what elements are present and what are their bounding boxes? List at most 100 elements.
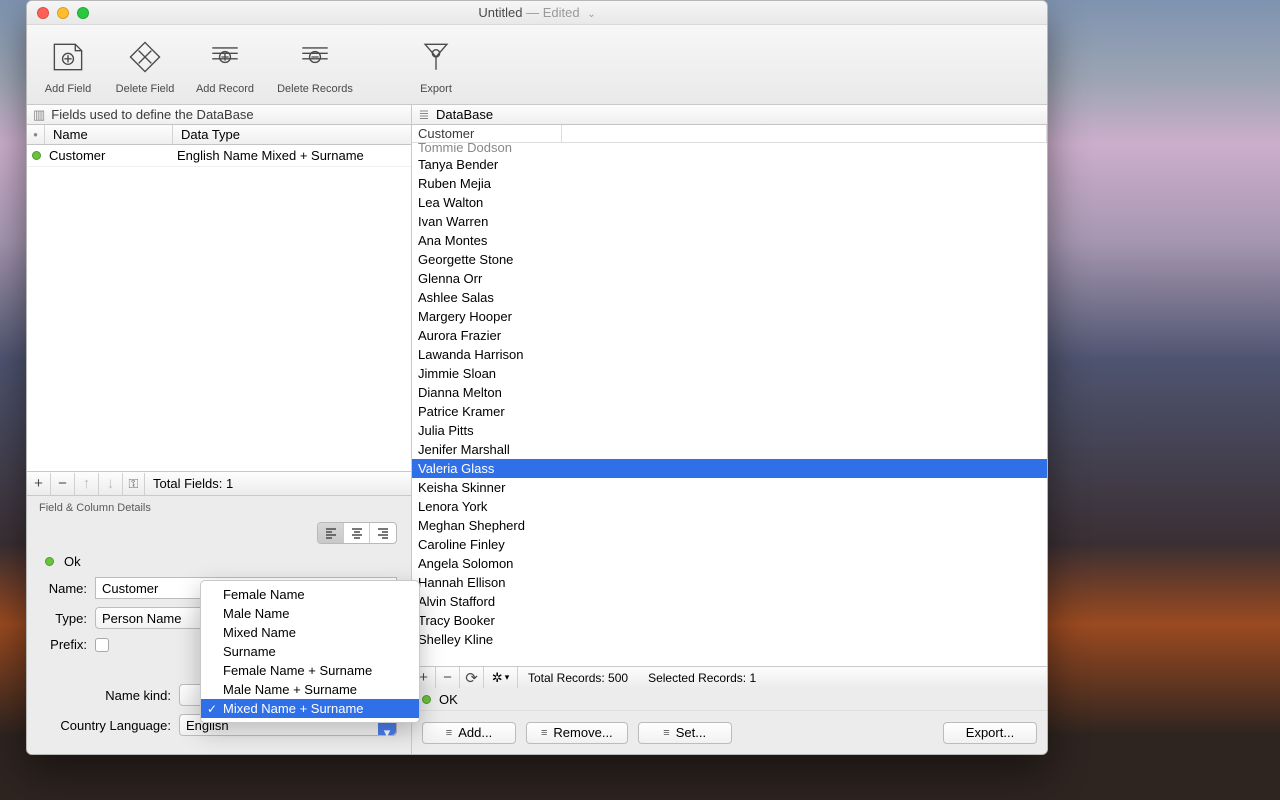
fields-header-label: Fields used to define the DataBase [51,107,253,122]
app-window: Untitled — Edited ⌄ Add Field Delete Fie… [26,0,1048,755]
database-header: ≣ DataBase [412,105,1047,125]
fields-footer: + − ↑ ↓ ⚿ Total Fields: 1 [27,471,411,495]
add-field-icon [46,35,90,79]
menu-item[interactable]: Female Name + Surname [201,661,419,680]
menu-item[interactable]: ✓Mixed Name + Surname [201,699,419,718]
list-item[interactable]: Aurora Frazier [412,326,1047,345]
list-item[interactable]: Valeria Glass [412,459,1047,478]
add-record-button[interactable]: Add Record [187,31,263,95]
key-icon: ⚿ [123,473,145,495]
add-field-button[interactable]: Add Field [33,31,103,95]
list-item[interactable]: Ana Montes [412,231,1047,250]
chevron-down-icon[interactable]: ⌄ [587,9,595,20]
status-col[interactable]: • [27,125,45,144]
status-ok-label: OK [439,692,458,707]
list-item[interactable]: Caroline Finley [412,535,1047,554]
move-up-button[interactable]: ↑ [75,473,99,495]
list-item[interactable]: Patrice Kramer [412,402,1047,421]
customer-column[interactable]: Customer [412,125,562,142]
fields-columns: • Name Data Type [27,125,411,145]
menu-item[interactable]: Mixed Name [201,623,419,642]
export-button[interactable]: Export... [943,722,1037,744]
list-item[interactable]: Keisha Skinner [412,478,1047,497]
reload-button[interactable]: ⟳ [460,667,484,689]
fields-panel-header: ▥ Fields used to define the DataBase [27,105,411,125]
list-item[interactable]: Hannah Ellison [412,573,1047,592]
total-records: Total Records: 500 [518,671,638,685]
list-item[interactable]: Glenna Orr [412,269,1047,288]
gear-menu[interactable]: ✲ ▾ [484,667,518,689]
list-item[interactable]: Meghan Shepherd [412,516,1047,535]
list-item[interactable]: Julia Pitts [412,421,1047,440]
delete-field-icon [123,35,167,79]
delete-field-label: Delete Field [116,83,175,95]
delete-field-button[interactable]: Delete Field [107,31,183,95]
list-item[interactable]: Jenifer Marshall [412,440,1047,459]
align-left-icon[interactable] [318,523,344,543]
align-right-icon[interactable] [370,523,396,543]
list-item[interactable]: Alvin Stafford [412,592,1047,611]
type-col[interactable]: Data Type [173,125,411,144]
add-button[interactable]: + [27,473,51,495]
list-item[interactable]: Angela Solomon [412,554,1047,573]
chevron-down-icon: ▾ [505,672,510,683]
export-icon [414,35,458,79]
list-item[interactable]: Lenora York [412,497,1047,516]
list-item[interactable]: Tommie Dodson [412,143,1047,155]
status-ok-icon [45,557,54,566]
menu-item[interactable]: Surname [201,642,419,661]
prefix-label: Prefix: [41,637,87,652]
delete-records-button[interactable]: Delete Records [267,31,363,95]
move-down-button[interactable]: ↓ [99,473,123,495]
delete-records-icon [293,35,337,79]
list-item[interactable]: Ruben Mejia [412,174,1047,193]
remove-button[interactable]: ≡Remove... [526,722,628,744]
title-name: Untitled [478,5,522,20]
export-button[interactable]: Export [401,31,471,95]
list-item[interactable]: Shelley Kline [412,630,1047,649]
menu-item[interactable]: Male Name + Surname [201,680,419,699]
remove-record-button[interactable]: − [436,667,460,689]
list-item[interactable]: Tanya Bender [412,155,1047,174]
list-item[interactable]: Tracy Booker [412,611,1047,630]
status-ok-icon [32,151,41,160]
field-name: Customer [45,148,173,163]
list-item[interactable]: Dianna Melton [412,383,1047,402]
records-footer: + − ⟳ ✲ ▾ Total Records: 500 Selected Re… [412,666,1047,688]
toolbar: Add Field Delete Field Add Record Delete… [27,25,1047,105]
menu-item[interactable]: Female Name [201,585,419,604]
list-item[interactable]: Georgette Stone [412,250,1047,269]
add-button[interactable]: ≡Add... [422,722,516,744]
remove-button[interactable]: − [51,473,75,495]
name-col[interactable]: Name [45,125,173,144]
list-item[interactable]: Ivan Warren [412,212,1047,231]
align-center-icon[interactable] [344,523,370,543]
list-item[interactable]: Lea Walton [412,193,1047,212]
columns-icon: ▥ [33,107,45,123]
list-item[interactable]: Margery Hooper [412,307,1047,326]
prefix-checkbox[interactable] [95,638,109,652]
field-type: English Name Mixed + Surname [173,148,411,163]
add-field-label: Add Field [45,83,91,95]
name-label: Name: [41,581,87,596]
list-icon: ≣ [412,107,436,123]
fields-panel: ▥ Fields used to define the DataBase • N… [27,105,412,754]
kind-label: Name kind: [41,688,171,703]
add-record-label: Add Record [196,83,254,95]
details-header: Field & Column Details [27,496,411,522]
list-item[interactable]: Jimmie Sloan [412,364,1047,383]
status-ok-label: Ok [64,554,81,569]
list-item[interactable]: Lawanda Harrison [412,345,1047,364]
records-list[interactable]: Tommie DodsonTanya BenderRuben MejiaLea … [412,143,1047,666]
selected-records: Selected Records: 1 [638,671,766,685]
type-label: Type: [41,611,87,626]
name-kind-popup[interactable]: Female NameMale NameMixed NameSurnameFem… [200,580,420,723]
field-row[interactable]: Customer English Name Mixed + Surname [27,145,411,167]
align-segment[interactable] [317,522,397,544]
add-record-icon [203,35,247,79]
list-item[interactable]: Ashlee Salas [412,288,1047,307]
set-button[interactable]: ≡Set... [638,722,732,744]
total-fields: Total Fields: 1 [145,476,241,491]
menu-item[interactable]: Male Name [201,604,419,623]
database-panel: ≣ DataBase Customer Tommie DodsonTanya B… [412,105,1047,754]
